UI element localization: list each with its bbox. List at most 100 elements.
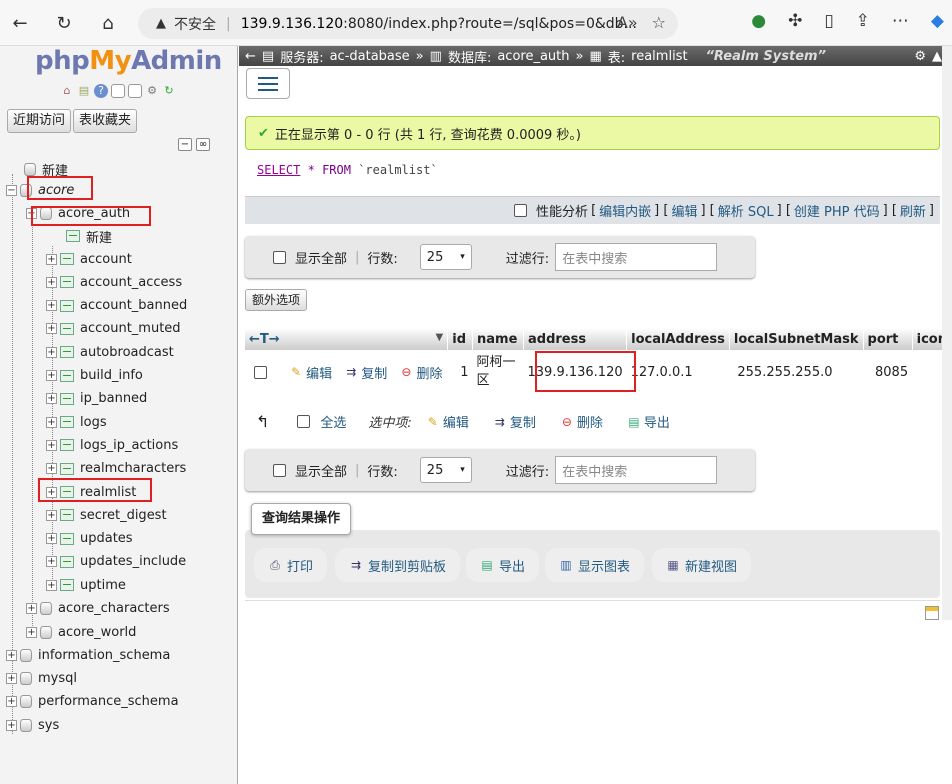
export-button[interactable]: ▤ 导出 bbox=[466, 548, 540, 582]
cell-localsubnetmask[interactable]: 255.255.255.0 bbox=[729, 350, 863, 394]
expand-icon[interactable]: + bbox=[46, 533, 57, 545]
sidebar-table-account-access[interactable]: + account_access bbox=[46, 271, 182, 293]
sidebar-table-build-info[interactable]: + build_info bbox=[46, 365, 143, 387]
bulk-delete-button[interactable]: ⊖ 删除 bbox=[560, 412, 603, 432]
select-all-label[interactable]: 全选 bbox=[320, 412, 346, 431]
rows-select-bottom[interactable]: 25 ▾ bbox=[419, 457, 472, 483]
expand-icon[interactable]: + bbox=[6, 672, 17, 684]
expand-icon[interactable]: + bbox=[46, 253, 57, 265]
breadcrumb-server[interactable]: ac-database bbox=[330, 49, 410, 64]
expand-icon[interactable]: + bbox=[26, 626, 37, 638]
reload-icon[interactable]: ↻ bbox=[52, 11, 76, 35]
expand-icon[interactable]: + bbox=[46, 393, 57, 405]
cell-localaddress[interactable]: 127.0.0.1 bbox=[627, 350, 730, 394]
new-table[interactable]: 新建 bbox=[66, 225, 112, 247]
sidebar-table-account-muted[interactable]: + account_muted bbox=[46, 318, 181, 340]
logout-icon[interactable]: ▤ bbox=[77, 84, 91, 98]
expand-icon[interactable]: + bbox=[46, 276, 57, 288]
column-arrows-header[interactable]: ←T→ ▼ bbox=[245, 328, 449, 350]
column-name-header[interactable]: name bbox=[472, 328, 524, 350]
sidebar-table-uptime[interactable]: + uptime bbox=[46, 574, 126, 596]
row-edit-link[interactable]: ✎ 编辑 bbox=[289, 363, 332, 382]
sql-docs-icon[interactable] bbox=[128, 84, 142, 98]
expand-icon[interactable]: + bbox=[6, 695, 17, 707]
sidebar-table-autobroadcast[interactable]: + autobroadcast bbox=[46, 341, 174, 363]
sidebar-table-account-banned[interactable]: + account_banned bbox=[46, 295, 187, 317]
copilot-icon[interactable]: ◆ bbox=[931, 11, 944, 31]
back-icon[interactable]: ← bbox=[8, 11, 32, 35]
expand-icon[interactable]: + bbox=[46, 579, 57, 591]
scrollbar[interactable] bbox=[942, 46, 952, 620]
help-icon[interactable]: ? bbox=[94, 84, 108, 98]
home-icon[interactable]: ⌂ bbox=[60, 84, 74, 98]
settings-gear-icon[interactable]: ⚙ bbox=[145, 84, 159, 98]
share-icon[interactable]: ⇪ bbox=[856, 11, 870, 31]
db-mysql[interactable]: + mysql bbox=[6, 667, 77, 689]
more-menu-icon[interactable]: ⋯ bbox=[892, 11, 909, 31]
sidebar-table-realmcharacters[interactable]: + realmcharacters bbox=[46, 458, 186, 480]
split-screen-icon[interactable]: ▯ bbox=[824, 11, 833, 31]
cell-port[interactable]: 8085 bbox=[863, 350, 912, 394]
db-acore-characters[interactable]: + acore_characters bbox=[26, 597, 170, 619]
column-localsubnetmask-header[interactable]: localSubnetMask bbox=[729, 328, 864, 350]
extensions-puzzle-icon[interactable]: ✣ bbox=[788, 11, 802, 31]
console-icon[interactable] bbox=[925, 606, 939, 620]
docs-icon[interactable] bbox=[111, 84, 125, 98]
expand-icon[interactable]: + bbox=[46, 463, 57, 475]
recent-tables-button[interactable]: 近期访问 bbox=[7, 109, 72, 133]
expand-icon[interactable]: + bbox=[46, 370, 57, 381]
cell-id[interactable]: 1 bbox=[448, 350, 473, 394]
expand-icon[interactable]: + bbox=[6, 649, 17, 661]
display-chart-button[interactable]: ▥ 显示图表 bbox=[545, 548, 645, 582]
expand-icon[interactable]: + bbox=[6, 719, 17, 731]
breadcrumb-database[interactable]: acore_auth bbox=[497, 49, 569, 64]
bulk-edit-button[interactable]: ✎ 编辑 bbox=[426, 412, 469, 432]
db-acore-world[interactable]: + acore_world bbox=[26, 621, 136, 643]
expand-icon[interactable]: + bbox=[46, 439, 57, 451]
create-view-button[interactable]: ▦ 新建视图 bbox=[652, 548, 752, 582]
explain-sql-link[interactable]: 解析 SQL bbox=[718, 201, 774, 220]
sidebar-table-logs[interactable]: + logs bbox=[46, 411, 107, 433]
extra-options-button[interactable]: 额外选项 bbox=[245, 289, 308, 311]
expand-icon[interactable]: + bbox=[26, 602, 37, 614]
edit-link[interactable]: 编辑 bbox=[671, 201, 697, 220]
hamburger-menu-button[interactable] bbox=[246, 68, 290, 99]
breadcrumb-table[interactable]: realmlist bbox=[631, 49, 687, 64]
collapse-nav-icon[interactable]: ← bbox=[245, 49, 256, 64]
select-all-checkbox[interactable] bbox=[297, 415, 311, 428]
link-with-main-icon[interactable]: ∞ bbox=[196, 138, 210, 151]
cell-name[interactable]: 阿柯一区 bbox=[473, 350, 524, 394]
bulk-export-button[interactable]: ▤ 导出 bbox=[627, 412, 670, 432]
create-php-link[interactable]: 创建 PHP 代码 bbox=[794, 201, 880, 220]
sidebar-table-secret-digest[interactable]: + secret_digest bbox=[46, 504, 167, 526]
column-localaddress-header[interactable]: localAddress bbox=[626, 328, 730, 350]
row-delete-link[interactable]: ⊖ 删除 bbox=[399, 363, 442, 382]
bulk-copy-button[interactable]: ⇉ 复制 bbox=[493, 412, 536, 432]
db-performance-schema[interactable]: + performance_schema bbox=[6, 690, 179, 712]
column-port-header[interactable]: port bbox=[863, 328, 913, 350]
profiling-checkbox[interactable] bbox=[514, 204, 528, 217]
copy-clipboard-button[interactable]: ⇉ 复制到剪贴板 bbox=[335, 548, 461, 582]
reload-nav-icon[interactable]: ↻ bbox=[162, 84, 176, 98]
phpmyadmin-logo[interactable]: phpMyAdmin bbox=[35, 46, 222, 76]
collapse-all-icon[interactable]: − bbox=[178, 138, 192, 151]
edit-inline-link[interactable]: 编辑内嵌 bbox=[599, 201, 651, 220]
settings-gear-icon[interactable]: ⚙ bbox=[914, 49, 926, 64]
expand-icon[interactable]: + bbox=[46, 416, 57, 428]
column-address-header[interactable]: address bbox=[523, 328, 628, 350]
filter-input-bottom[interactable]: 在表中搜索 bbox=[555, 456, 718, 484]
sidebar-table-updates-include[interactable]: + updates_include bbox=[46, 551, 186, 573]
favorite-tables-button[interactable]: 表收藏夹 bbox=[73, 109, 138, 133]
sidebar-table-logs-ip-actions[interactable]: + logs_ip_actions bbox=[46, 434, 178, 456]
expand-icon[interactable]: + bbox=[46, 323, 57, 335]
extension-globe-icon[interactable]: ● bbox=[751, 11, 766, 31]
sidebar-table-account[interactable]: + account bbox=[46, 248, 132, 270]
show-all-checkbox[interactable] bbox=[273, 250, 286, 264]
db-sys[interactable]: + sys bbox=[6, 714, 59, 736]
expand-icon[interactable]: + bbox=[46, 509, 57, 521]
show-all-checkbox-bottom[interactable] bbox=[273, 463, 286, 477]
column-id-header[interactable]: id bbox=[447, 328, 474, 350]
rows-select[interactable]: 25 ▾ bbox=[419, 244, 472, 270]
read-aloud-icon[interactable]: A» bbox=[617, 13, 638, 32]
filter-input[interactable]: 在表中搜索 bbox=[555, 243, 718, 271]
